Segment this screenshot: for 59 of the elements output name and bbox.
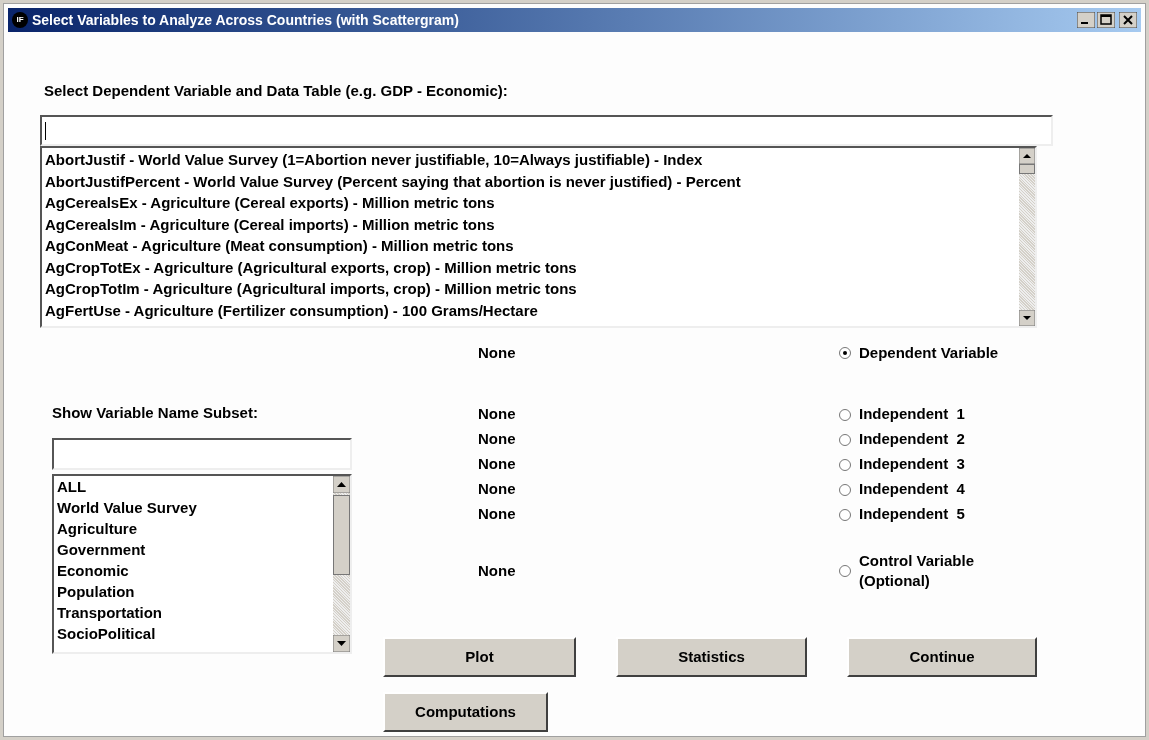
radio-circle-icon[interactable] bbox=[838, 507, 852, 522]
radio-button[interactable]: Dependent Variable bbox=[838, 342, 999, 365]
assigned-variable-text: None bbox=[478, 504, 516, 525]
scrollbar[interactable] bbox=[333, 476, 350, 652]
assigned-variable-text: None bbox=[478, 404, 516, 425]
subset-label: Show Variable Name Subset: bbox=[52, 403, 259, 422]
scroll-thumb[interactable] bbox=[333, 495, 350, 575]
subset-list-item[interactable]: Agriculture bbox=[57, 518, 330, 539]
radio-circle-icon[interactable] bbox=[838, 457, 852, 472]
app-icon: IF bbox=[12, 12, 28, 28]
variable-list-item[interactable]: AgFertUse - Agriculture (Fertilizer consumption) - 100 Grams/Hectare bbox=[45, 299, 1016, 321]
variable-list-item[interactable]: AgCerealsIm - Agriculture (Cereal imports) - Million metric tons bbox=[45, 213, 1016, 235]
subset-list-item[interactable]: Government bbox=[57, 539, 330, 560]
radio-circle-icon[interactable] bbox=[838, 346, 852, 361]
action-button[interactable]: Computations bbox=[383, 692, 548, 732]
radio-button[interactable]: Control Variable (Optional) bbox=[838, 551, 979, 591]
radio-button[interactable]: Independent 4 bbox=[838, 478, 965, 501]
scroll-thumb[interactable] bbox=[1019, 164, 1035, 174]
scroll-up-icon[interactable] bbox=[333, 476, 350, 493]
subset-list-item[interactable]: Population bbox=[57, 581, 330, 602]
action-button[interactable]: Plot bbox=[383, 637, 576, 677]
radio-button[interactable]: Independent 5 bbox=[838, 503, 965, 526]
variable-list-item[interactable]: AgCropTotIm - Agriculture (Agricultural imports, crop) - Million metric tons bbox=[45, 278, 1016, 300]
subset-field[interactable] bbox=[52, 438, 352, 470]
radio-circle-icon[interactable] bbox=[838, 564, 852, 578]
assigned-variable-text: None bbox=[478, 560, 516, 581]
variable-list-item[interactable]: AgConMeat - Agriculture (Meat consumption) - Million metric tons bbox=[45, 235, 1016, 257]
scrollbar[interactable] bbox=[1019, 148, 1035, 326]
radio-circle-icon[interactable] bbox=[838, 432, 852, 447]
radio-button[interactable]: Independent 1 bbox=[838, 403, 965, 426]
assigned-variable-text: None bbox=[478, 429, 516, 450]
radio-button[interactable]: Independent 3 bbox=[838, 453, 965, 476]
assigned-variable-text: None bbox=[478, 343, 516, 363]
variable-list-item[interactable]: AbortJustifPercent - World Value Survey (Percent saying that abortion is never justified) - Percent bbox=[45, 170, 1016, 192]
subset-list-item[interactable]: World Value Survey bbox=[57, 497, 330, 518]
minimize-icon[interactable] bbox=[1077, 12, 1095, 28]
scroll-down-icon[interactable] bbox=[333, 635, 350, 652]
variable-list-item[interactable]: AgCerealsEx - Agriculture (Cereal exports) - Million metric tons bbox=[45, 192, 1016, 214]
radio-button[interactable]: Independent 2 bbox=[838, 428, 965, 451]
instruction-label: Select Dependent Variable and Data Table (e.g. GDP - Economic): bbox=[44, 81, 509, 100]
radio-circle-icon[interactable] bbox=[838, 482, 852, 497]
variable-search-field[interactable] bbox=[40, 115, 1053, 146]
scroll-up-icon[interactable] bbox=[1019, 148, 1035, 164]
subset-list-item[interactable]: Economic bbox=[57, 560, 330, 581]
subset-list-item[interactable]: SocioPolitical bbox=[57, 623, 330, 644]
action-button[interactable]: Continue bbox=[847, 637, 1037, 677]
window-title: Select Variables to Analyze Across Countries (with Scattergram) bbox=[32, 10, 459, 30]
subset-list-item[interactable]: Transportation bbox=[57, 602, 330, 623]
close-icon[interactable] bbox=[1119, 12, 1137, 28]
action-button[interactable]: Statistics bbox=[616, 637, 807, 677]
maximize-icon[interactable] bbox=[1097, 12, 1115, 28]
assigned-variable-text: None bbox=[478, 454, 516, 475]
assigned-variable-text: None bbox=[478, 479, 516, 500]
variable-list-item[interactable]: AbortJustif - World Value Survey (1=Abortion never justifiable, 10=Always justifiable) - Index bbox=[45, 149, 1016, 171]
radio-circle-icon[interactable] bbox=[838, 407, 852, 422]
subset-list-item[interactable]: ALL bbox=[57, 476, 330, 497]
variable-list-item[interactable]: AgCropTotEx - Agriculture (Agricultural exports, crop) - Million metric tons bbox=[45, 256, 1016, 278]
scroll-down-icon[interactable] bbox=[1019, 310, 1035, 326]
text-cursor bbox=[45, 121, 46, 140]
